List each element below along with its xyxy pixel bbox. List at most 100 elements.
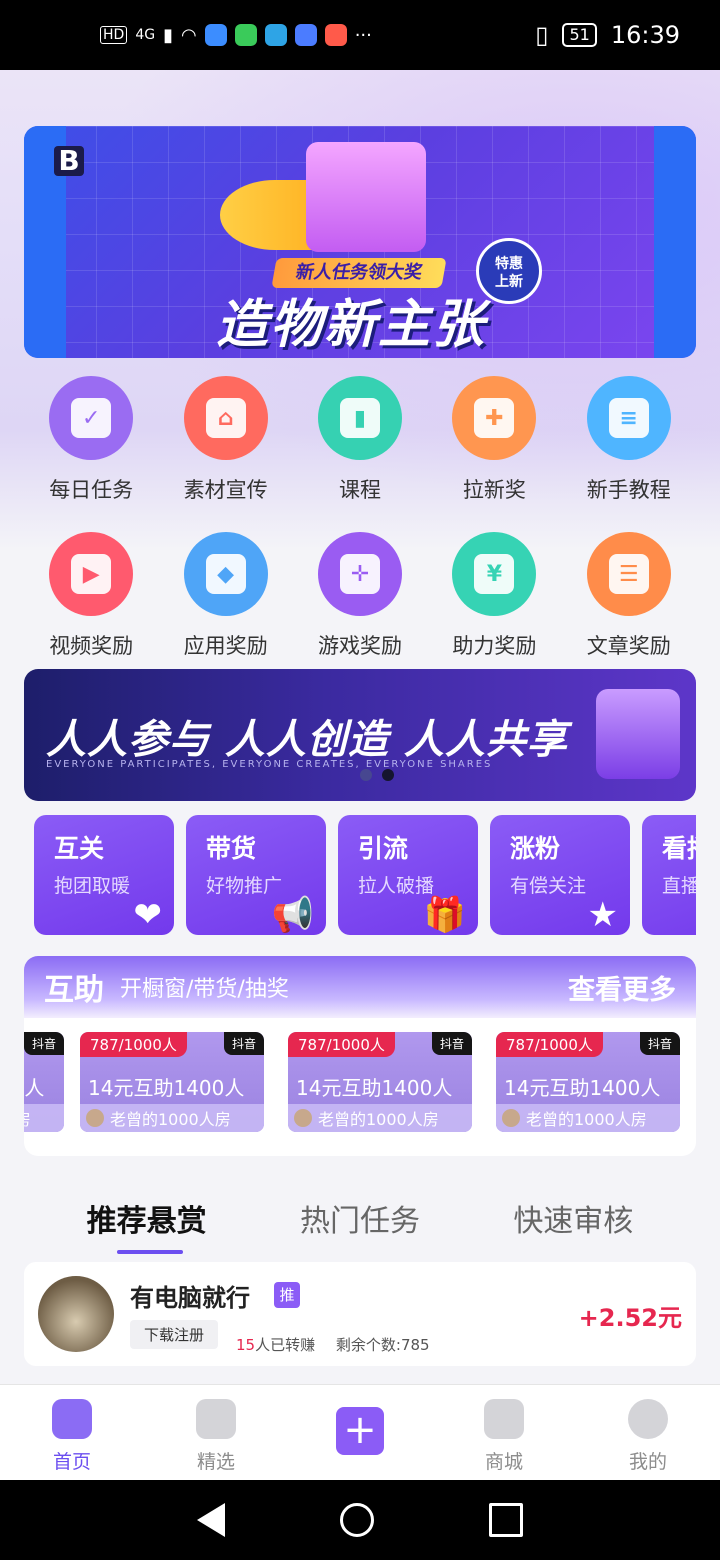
quick-entry-apps[interactable]: ◆ 应用奖励	[158, 532, 292, 660]
status-right: ▯ 51 16:39	[535, 21, 680, 49]
store-icon: ⌂	[183, 376, 268, 460]
nav-featured[interactable]: 精选	[144, 1385, 288, 1480]
owner-name: 老曾的1000人房	[110, 1110, 231, 1129]
quick-entry-label: 应用奖励	[183, 634, 268, 658]
quick-entry-label: 每日任务	[49, 478, 134, 502]
mutual-help-card[interactable]: 787/1000人抖音14元互助1400人老曾的1000人房	[24, 1032, 64, 1132]
task-item[interactable]: 有电脑就行 推 下载注册 15人已转赚 剩余个数:785 +2.52元	[24, 1262, 696, 1366]
cube-illustration	[596, 689, 680, 779]
nav-publish[interactable]: +	[288, 1385, 432, 1480]
slogan-title: 人人参与 人人创造 人人共享	[46, 717, 568, 763]
top-banner[interactable]: B 新人任务领大奖 造物新主张 特惠 上新	[24, 126, 696, 358]
help-card-title: 14元互助1400人	[88, 1076, 245, 1100]
participant-count: 787/1000人	[288, 1032, 395, 1057]
avatar	[86, 1109, 104, 1127]
carousel-dots	[360, 769, 394, 781]
category-title: 带货	[206, 834, 257, 863]
platform-badge: 抖音	[223, 1032, 264, 1055]
brand-logo: B	[54, 146, 84, 176]
participant-count: 787/1000人	[496, 1032, 603, 1057]
music-app-icon	[294, 24, 317, 46]
help-card-title: 14元互助1400人	[24, 1076, 45, 1100]
owner-name: 老曾的1000人房	[24, 1106, 31, 1130]
category-icon: 🎁	[423, 895, 466, 935]
category-subtitle: 拉人破播	[358, 875, 435, 897]
home-button-icon[interactable]	[339, 1503, 374, 1537]
category-card[interactable]: 看播直播	[642, 815, 696, 935]
quick-entry-article[interactable]: ☰ 文章奖励	[562, 532, 696, 660]
carousel-dot-active[interactable]	[382, 769, 394, 781]
tab-0[interactable]: 推荐悬赏	[87, 1196, 207, 1254]
red-app-icon	[324, 24, 347, 46]
tutorial-icon: ≡	[586, 376, 671, 460]
icon-glyph: ≡	[608, 398, 649, 438]
quick-entry-row-2: ▶ 视频奖励 ◆ 应用奖励 ✛ 游戏奖励 ¥ 助力奖励 ☰ 文章奖励	[24, 532, 696, 660]
task-tabs: 推荐悬赏 热门任务 快速审核	[0, 1196, 720, 1254]
category-cards: 互关抱团取暖❤带货好物推广📢引流拉人破播🎁涨粉有偿关注★看播直播	[34, 815, 696, 935]
quick-entry-store[interactable]: ⌂ 素材宣传	[158, 376, 292, 504]
quick-entry-label: 拉新奖	[462, 478, 526, 502]
platform-badge: 抖音	[24, 1032, 64, 1055]
mutual-help-card[interactable]: 787/1000人 抖音 14元互助1400人老曾的1000人房	[288, 1032, 472, 1132]
status-bar: HD 4G ▮ ◠ ··· ▯ 51 16:39	[0, 0, 720, 70]
category-icon: ★	[587, 895, 618, 935]
mutual-help-subtitle: 开橱窗/带货/抽奖	[120, 977, 289, 1002]
slogan-banner[interactable]: 人人参与 人人创造 人人共享 EVERYONE PARTICIPATES, EV…	[24, 669, 696, 801]
video-icon: ▶	[49, 532, 134, 616]
promo-badge-line2: 上新	[495, 274, 523, 290]
wifi-icon: ◠	[180, 24, 197, 46]
quick-entry-label: 课程	[338, 478, 381, 502]
carousel-dot[interactable]	[360, 769, 372, 781]
quick-entry-label: 游戏奖励	[317, 634, 402, 658]
nav-mine[interactable]: 我的	[576, 1385, 720, 1480]
icon-glyph: ▮	[339, 398, 380, 438]
nav-home[interactable]: 首页	[0, 1385, 144, 1480]
category-icon: 📢	[271, 895, 314, 935]
plus-icon: +	[336, 1407, 384, 1455]
quick-entry-label: 助力奖励	[452, 634, 537, 658]
nav-mall-label: 商城	[484, 1451, 523, 1473]
help-card-title: 14元互助1400人	[296, 1076, 453, 1100]
task-meta: 15人已转赚 剩余个数:785	[236, 1334, 430, 1355]
nav-mall[interactable]: 商城	[432, 1385, 576, 1480]
earned-count: 15	[236, 1336, 256, 1354]
category-card[interactable]: 互关 抱团取暖 ❤	[34, 815, 174, 935]
task-reward: +2.52元	[578, 1304, 682, 1332]
mutual-help-cards: 787/1000人抖音14元互助1400人老曾的1000人房787/1000人抖…	[24, 1032, 696, 1132]
help-card-owner-bar: 老曾的1000人房	[288, 1104, 472, 1132]
quick-entry-label: 新手教程	[586, 478, 671, 502]
tab-2[interactable]: 快速审核	[513, 1196, 633, 1240]
category-card[interactable]: 涨粉 有偿关注 ★	[490, 815, 630, 935]
mutual-help-header: 互助 开橱窗/带货/抽奖 查看更多	[24, 956, 696, 1018]
quick-entry-tutorial[interactable]: ≡ 新手教程	[562, 376, 696, 504]
quick-entry-daily-task[interactable]: ✓ 每日任务	[24, 376, 158, 504]
category-title: 互关	[54, 834, 105, 863]
icon-glyph: ⌂	[205, 398, 246, 438]
quick-entry-book[interactable]: ▮ 课程	[293, 376, 427, 504]
quick-entry-gamepad[interactable]: ✛ 游戏奖励	[293, 532, 427, 660]
green-app-icon	[234, 24, 257, 46]
recent-apps-icon[interactable]	[488, 1503, 523, 1537]
quick-entry-video[interactable]: ▶ 视频奖励	[24, 532, 158, 660]
banner-title: 造物新主张	[216, 295, 487, 355]
recommend-tag: 推	[274, 1282, 300, 1308]
tab-1[interactable]: 热门任务	[300, 1196, 420, 1240]
icon-glyph: ☰	[608, 554, 649, 594]
platform-badge: 抖音	[431, 1032, 472, 1055]
category-card[interactable]: 带货 好物推广 📢	[186, 815, 326, 935]
category-icon: ❤	[133, 895, 163, 935]
network-type: 4G	[135, 27, 156, 43]
quick-entry-yuan[interactable]: ¥ 助力奖励	[427, 532, 561, 660]
mutual-help-card[interactable]: 787/1000人 抖音 14元互助1400人老曾的1000人房	[80, 1032, 264, 1132]
view-more-link[interactable]: 查看更多	[568, 968, 676, 1007]
category-title: 引流	[358, 834, 409, 863]
avatar	[294, 1109, 312, 1127]
shopping-bag-icon	[484, 1399, 524, 1439]
category-card[interactable]: 引流拉人破播 🎁	[338, 815, 478, 935]
participant-count: 787/1000人	[80, 1032, 187, 1057]
mutual-help-card[interactable]: 787/1000人抖音14元互助1400人老曾的1000人房	[496, 1032, 680, 1132]
quick-entry-user-add[interactable]: ✚ 拉新奖	[427, 376, 561, 504]
back-icon[interactable]	[197, 1503, 226, 1537]
task-avatar	[38, 1276, 114, 1352]
category-title: 涨粉	[510, 834, 561, 863]
